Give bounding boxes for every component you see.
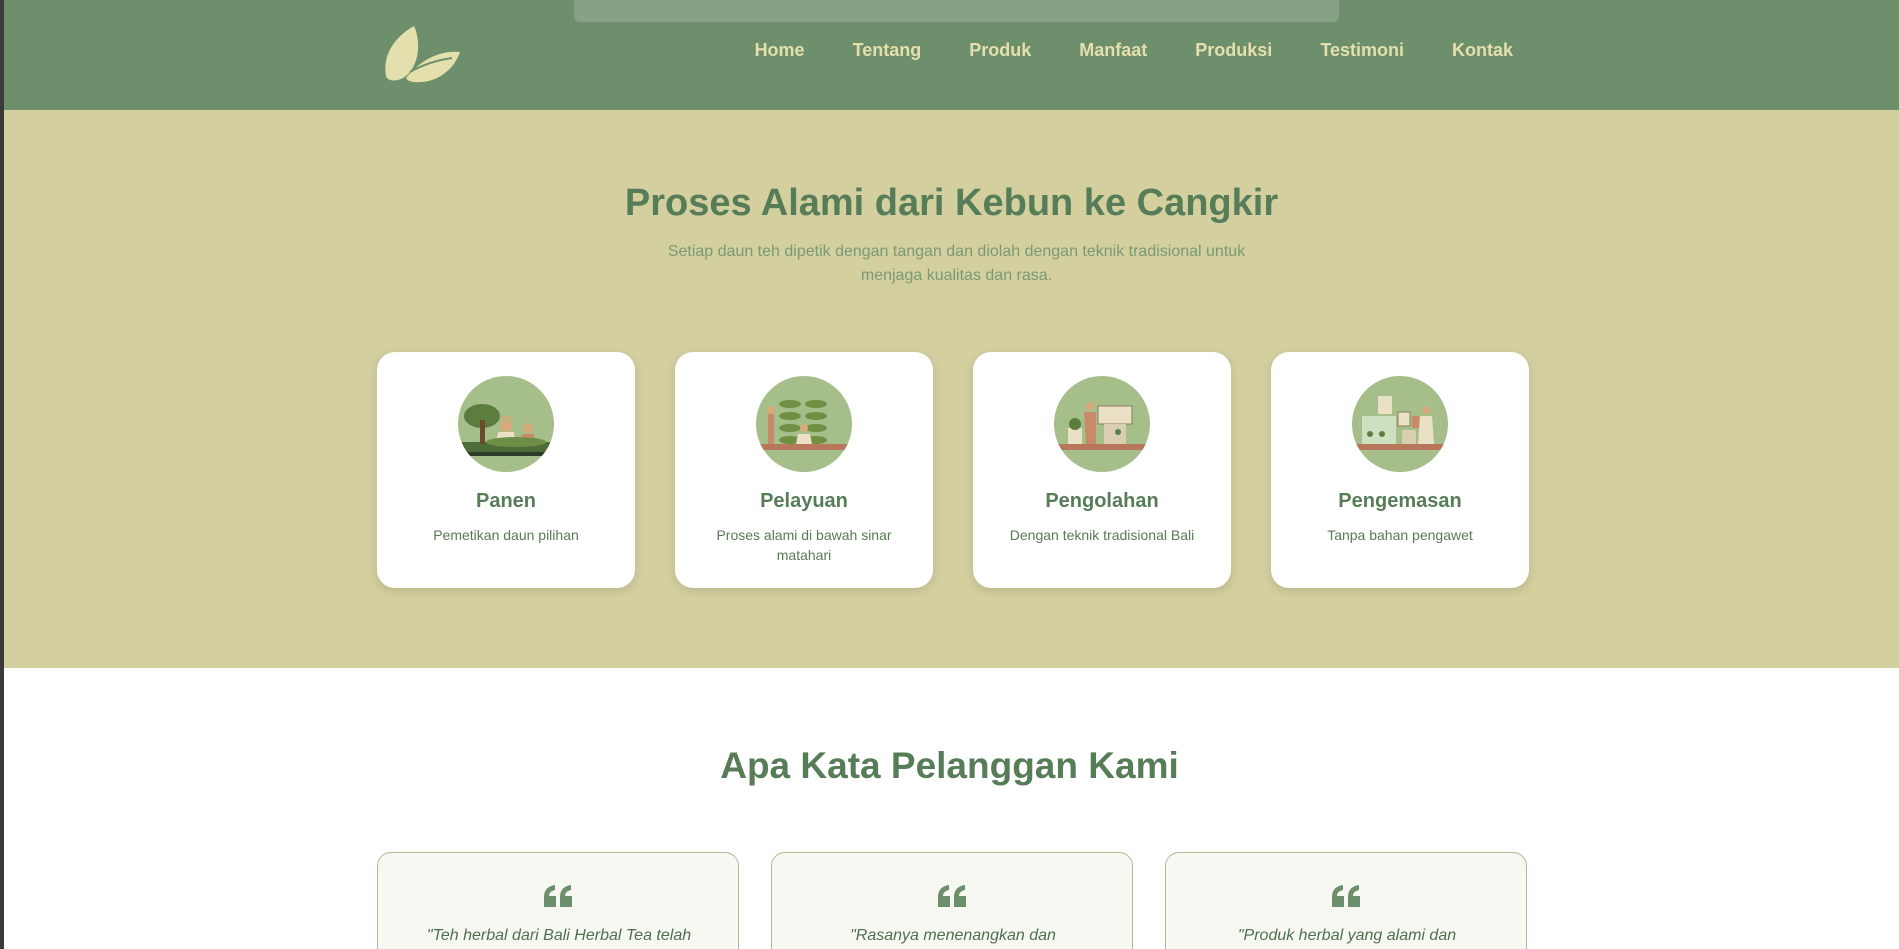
withering-illustration [756,376,852,472]
nav-link-manfaat[interactable]: Manfaat [1079,40,1147,61]
testimonial-card: "Teh herbal dari Bali Herbal Tea telah [377,852,739,949]
process-card-title: Panen [475,490,537,512]
testimonial-text: "Rasanya menenangkan dan [850,927,1056,944]
testimonial-text: "Teh herbal dari Bali Herbal Tea telah [426,927,692,944]
packaging-illustration [1352,376,1448,472]
nav-link-testimoni[interactable]: Testimoni [1320,40,1404,61]
testimonial-cards: "Teh herbal dari Bali Herbal Tea telah "… [377,852,1527,949]
nav-link-tentang[interactable]: Tentang [853,40,922,61]
process-card-title: Pengolahan [1045,490,1159,512]
browser-overlay-bar [574,0,1339,22]
process-card-desc: Tanpa bahan pengawet [1327,527,1473,543]
testimonials-title: Apa Kata Pelanggan Kami [720,745,1179,786]
process-card-pengolahan: Pengolahan Dengan teknik tradisional Bal… [973,352,1231,588]
process-card-pengemasan: Pengemasan Tanpa bahan pengawet [1271,352,1529,588]
process-card-pelayuan: Pelayuan Proses alami di bawah sinar mat… [675,352,933,588]
window-frame-edge [0,0,4,949]
nav-link-kontak[interactable]: Kontak [1452,40,1513,61]
leaf-logo-icon[interactable] [376,22,462,86]
nav-link-produksi[interactable]: Produksi [1195,40,1272,61]
quote-icon [772,885,1132,907]
process-card-desc: Proses alami di bawah sinar matahari [716,527,892,563]
testimonial-card: "Produk herbal yang alami dan [1165,852,1527,949]
quote-icon [1166,885,1526,907]
process-card-desc: Dengan teknik tradisional Bali [1009,527,1195,543]
process-title: Proses Alami dari Kebun ke Cangkir [624,182,1279,224]
process-card-title: Pelayuan [760,490,848,512]
process-section: Proses Alami dari Kebun ke Cangkir Setia… [4,110,1899,668]
processing-illustration [1054,376,1150,472]
harvest-illustration [458,376,554,472]
process-card-title: Pengemasan [1338,490,1462,512]
process-card-desc: Pemetikan daun pilihan [433,527,579,543]
testimonial-text: "Produk herbal yang alami dan [1237,927,1457,944]
navbar: Home Tentang Produk Manfaat Produksi Tes… [4,0,1899,110]
quote-icon [378,885,738,907]
nav-link-home[interactable]: Home [755,40,805,61]
nav-link-produk[interactable]: Produk [969,40,1031,61]
main-nav: Home Tentang Produk Manfaat Produksi Tes… [755,40,1513,61]
process-card-panen: Panen Pemetikan daun pilihan [377,352,635,588]
testimonial-card: "Rasanya menenangkan dan [771,852,1133,949]
process-subtitle: Setiap daun teh dipetik dengan tangan da… [667,243,1246,284]
process-cards: Panen Pemetikan daun pilihan Pelayuan Pr… [377,352,1529,588]
